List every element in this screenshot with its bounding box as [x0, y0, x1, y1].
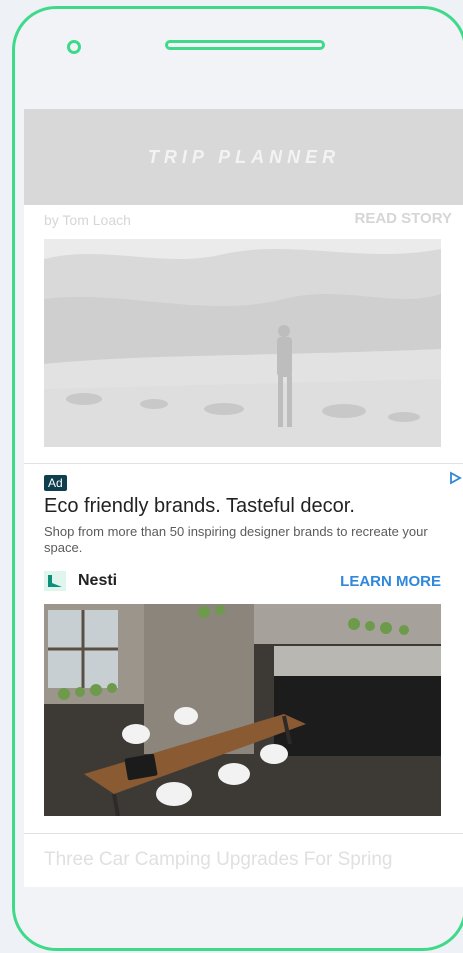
header-band: TRIP PLANNER	[24, 109, 463, 205]
phone-frame: TRIP PLANNER by Tom Loach READ STORY Ad …	[12, 6, 463, 951]
ad-badge: Ad	[44, 475, 67, 491]
story-image[interactable]	[44, 239, 441, 447]
app-title: TRIP PLANNER	[147, 146, 341, 167]
divider	[24, 463, 463, 464]
nesti-logo-icon	[44, 571, 66, 591]
next-story-headline[interactable]: Three Car Camping Upgrades For Spring	[44, 849, 454, 871]
ad-brand-row: Nesti LEARN MORE	[44, 569, 441, 593]
read-story-link[interactable]: READ STORY	[354, 210, 452, 227]
ad-body-text: Shop from more than 50 inspiring designe…	[44, 524, 428, 555]
learn-more-button[interactable]: LEARN MORE	[340, 573, 441, 590]
story-byline: by Tom Loach	[44, 212, 131, 228]
ad-headline[interactable]: Eco friendly brands. Tasteful decor.	[44, 495, 444, 518]
camera-icon	[67, 40, 81, 54]
speaker-grille	[165, 40, 325, 50]
ad-image[interactable]	[44, 604, 441, 816]
adchoices-icon[interactable]	[448, 471, 462, 485]
ad-brand-name: Nesti	[78, 572, 118, 589]
screen: TRIP PLANNER by Tom Loach READ STORY Ad …	[24, 109, 463, 887]
divider	[24, 833, 463, 834]
